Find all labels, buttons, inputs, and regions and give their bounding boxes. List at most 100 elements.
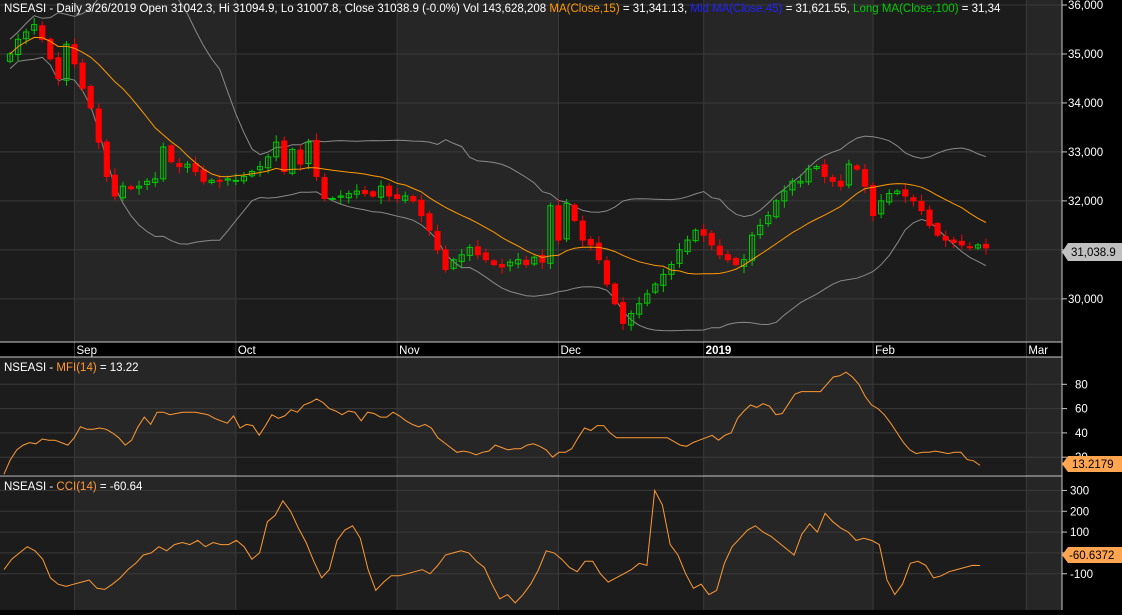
candle-body (95, 108, 102, 143)
header-ma-short-label: MA(Close,15) (549, 3, 619, 15)
candle-body (966, 246, 973, 249)
candle-body (313, 139, 320, 177)
candle-body (103, 141, 110, 177)
month-shade (1026, 476, 1062, 610)
header-ohlc-info: - Daily 3/26/2019 Open 31042.3, Hi 31094… (46, 3, 549, 15)
header-ma-long-value: = 31,34 (959, 3, 1001, 15)
candle-body (853, 165, 861, 170)
candle-body (861, 169, 869, 187)
month-shade (703, 476, 874, 610)
candle-body (732, 257, 740, 266)
cci-panel-header: NSEASI - CCI(14) = -60.64 (4, 481, 143, 493)
candle-body (869, 185, 877, 217)
mfi-panel-header: NSEASI - MFI(14) = 13.22 (4, 362, 139, 374)
candle-body (482, 252, 489, 261)
candle-body (611, 283, 619, 305)
candle-body (386, 185, 393, 197)
mfi-last-value-text: 13.2179 (1072, 459, 1114, 471)
x-axis-label: Sep (77, 345, 97, 357)
mfi-y-tick-label: 80 (1075, 379, 1088, 391)
candle-body (918, 200, 925, 212)
mfi-y-tick-label: 40 (1075, 428, 1088, 440)
candle-body (87, 85, 94, 109)
cci-header-value: = -60.64 (97, 481, 143, 493)
cci-y-tick-label: -100 (1070, 569, 1093, 581)
candle-body (942, 235, 949, 241)
x-axis-label: 2019 (706, 345, 732, 357)
candle-body (523, 259, 530, 266)
candle-body (361, 190, 368, 195)
candle-body (127, 186, 135, 190)
header-symbol: NSEASI (4, 3, 46, 15)
month-shade (703, 357, 874, 476)
x-axis-label: Nov (399, 345, 420, 357)
cci-header-label: CCI(14) (56, 481, 96, 493)
x-axis-label: Dec (560, 345, 581, 357)
candle-body (700, 229, 707, 236)
price-y-tick-label: 35,000 (1068, 49, 1103, 61)
x-axis-label: Oct (238, 345, 257, 357)
candle-body (603, 260, 610, 285)
x-axis-strip (0, 342, 1062, 357)
chart-svg[interactable]: SepOctNovDec2019FebMar30,00031,00032,000… (0, 0, 1122, 610)
x-axis-label: Feb (875, 345, 895, 357)
month-shade (703, 0, 874, 342)
header-ma-mid-value: = 31,621.55, (782, 3, 853, 15)
candle-body (708, 232, 715, 246)
candle-body (281, 140, 288, 172)
candle-body (579, 220, 586, 241)
price-y-tick-label: 30,000 (1068, 294, 1103, 306)
candle-body (369, 191, 377, 197)
header-ma-short-value: = 31,341.13, (620, 3, 691, 15)
month-shade (397, 476, 559, 610)
cci-y-tick-label: 300 (1070, 485, 1089, 497)
header-ma-long-label: Long MA(Close,100) (853, 3, 959, 15)
candle-body (716, 245, 723, 256)
price-panel-header: NSEASI - Daily 3/26/2019 Open 31042.3, H… (4, 3, 1001, 15)
candle-body (442, 249, 449, 270)
mfi-header-value: = 13.22 (97, 362, 139, 374)
candle-body (902, 189, 909, 197)
price-y-tick-label: 34,000 (1068, 98, 1103, 110)
header-ma-mid-label: Mid MA(Close,45) (690, 3, 782, 15)
candle-body (474, 246, 481, 256)
candle-body (232, 179, 239, 182)
candle-body (434, 230, 441, 251)
candle-body (982, 243, 990, 249)
candle-body (418, 199, 425, 217)
candle-body (168, 145, 175, 163)
price-last-value-badge: 31,038.9 (1062, 243, 1122, 261)
candle-body (200, 169, 207, 182)
cci-header-symbol: NSEASI (4, 481, 46, 493)
cci-y-tick-label: 100 (1070, 527, 1089, 539)
candle-body (394, 194, 401, 199)
candle-body (111, 174, 118, 197)
month-shade (1026, 0, 1062, 342)
candle-body (619, 302, 627, 324)
candle-body (55, 57, 62, 79)
candle-body (410, 196, 417, 202)
candle-body (329, 197, 336, 200)
candle-body (821, 164, 828, 177)
candle-body (926, 209, 933, 226)
candle-body (829, 177, 836, 182)
candle-body (216, 179, 223, 182)
candle-body (950, 239, 957, 244)
candle-body (910, 197, 917, 202)
candle-body (555, 205, 562, 241)
month-shade (397, 0, 559, 342)
price-last-value-text: 31,038.9 (1071, 247, 1116, 259)
mfi-y-tick-label: 60 (1075, 404, 1088, 416)
candle-body (498, 264, 506, 268)
cci-header-dash: - (46, 481, 56, 493)
price-y-tick-label: 33,000 (1068, 147, 1103, 159)
month-shade (397, 357, 559, 476)
candle-body (79, 62, 86, 89)
mfi-last-value-badge: 13.2179 (1062, 456, 1122, 472)
candle-body (595, 242, 602, 261)
candle-body (297, 149, 304, 165)
cci-last-value-badge: -60.6372 (1062, 547, 1122, 563)
candle-body (587, 238, 594, 246)
candle-body (934, 223, 941, 236)
price-y-tick-label: 32,000 (1068, 196, 1103, 208)
